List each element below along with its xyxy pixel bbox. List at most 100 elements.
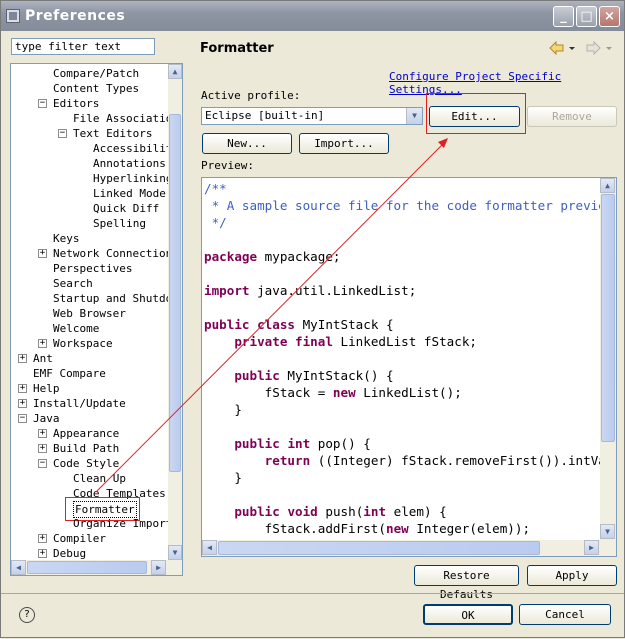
code-preview[interactable]: /** * A sample source file for the code … <box>201 177 617 557</box>
code-token: new <box>332 385 356 400</box>
tree-scroll-right-button[interactable]: ▶ <box>151 560 166 575</box>
code-line: return ((Integer) fStack.removeFirst()).… <box>204 452 600 469</box>
restore-defaults-button[interactable]: Restore Defaults <box>414 565 519 601</box>
preview-scroll-down-button[interactable]: ▼ <box>600 524 615 539</box>
expand-icon[interactable]: + <box>38 339 47 348</box>
tree-item-label: Welcome <box>53 322 100 335</box>
preferences-tree[interactable]: Compare/Patch Content Types − Editors File A… <box>10 63 183 576</box>
filter-input[interactable]: type filter text <box>11 38 155 55</box>
tree-item-label: Hyperlinking <box>93 172 173 185</box>
expand-icon[interactable]: + <box>38 549 47 558</box>
code-token: Integer(elem)); <box>408 521 531 536</box>
tree-scroll-left-button[interactable]: ◀ <box>11 560 26 575</box>
forward-arrow-icon[interactable] <box>584 41 616 55</box>
code-token: push( <box>317 504 364 519</box>
tree-item-label: Perspectives <box>53 262 133 275</box>
code-line: public int pop() { <box>204 435 371 452</box>
maximize-button[interactable]: □ <box>576 6 597 27</box>
tree-item-label: Appearance <box>53 427 120 440</box>
code-token: final <box>295 334 333 349</box>
code-line: import java.util.LinkedList; <box>204 282 416 299</box>
profile-select[interactable]: Eclipse [built-in] ▼ <box>201 107 423 125</box>
preview-hscroll-thumb[interactable] <box>218 541 540 555</box>
apply-button[interactable]: Apply <box>527 565 617 586</box>
code-token: pop() { <box>310 436 371 451</box>
expand-icon[interactable]: + <box>18 354 27 363</box>
expand-icon[interactable]: + <box>38 429 47 438</box>
tree-item-label: Clean Up <box>73 472 126 485</box>
ok-button[interactable]: OK <box>423 604 513 625</box>
import-button[interactable]: Import... <box>299 133 389 154</box>
cancel-button[interactable]: Cancel <box>519 604 611 625</box>
preview-scroll-thumb[interactable] <box>601 194 615 442</box>
code-token: void <box>287 504 318 519</box>
code-line: public void push(int elem) { <box>204 503 446 520</box>
collapse-icon[interactable]: − <box>38 459 47 468</box>
code-token: LinkedList fStack; <box>332 334 477 349</box>
edit-highlight-box <box>426 93 526 134</box>
collapse-icon[interactable]: − <box>58 129 67 138</box>
tree-scroll-up-button[interactable]: ▲ <box>168 64 182 79</box>
code-token: class <box>257 317 296 332</box>
code-token: } <box>204 470 242 485</box>
tree-scroll-thumb[interactable] <box>169 114 181 472</box>
tree-item-label: Build Path <box>53 442 120 455</box>
code-token: MyIntStack { <box>295 317 394 332</box>
preferences-window: Preferences _ □ × type filter text Compa… <box>0 0 625 638</box>
window-title: Preferences <box>25 8 126 24</box>
code-line: * A sample source file for the code form… <box>204 197 600 214</box>
tree-item-label: Install/Update <box>33 397 126 410</box>
active-profile-label: Active profile: <box>201 89 301 102</box>
back-arrow-icon[interactable] <box>548 41 578 55</box>
code-token: public <box>234 436 280 451</box>
minimize-button[interactable]: _ <box>553 6 574 27</box>
code-token: } <box>204 402 242 417</box>
tree-scroll-down-button[interactable]: ▼ <box>168 545 182 560</box>
chevron-down-icon[interactable]: ▼ <box>406 108 422 124</box>
tree-item-label: Linked Mode <box>93 187 166 200</box>
preview-vertical-scrollbar[interactable]: ▲ ▼ <box>600 178 616 540</box>
new-button[interactable]: New... <box>202 133 292 154</box>
preview-scroll-left-button[interactable]: ◀ <box>202 540 217 555</box>
tree-horizontal-scrollbar[interactable]: ◀ ▶ <box>11 560 182 575</box>
expand-icon[interactable]: + <box>38 444 47 453</box>
title-bar[interactable]: Preferences _ □ × <box>1 1 624 31</box>
collapse-icon[interactable]: − <box>18 414 27 423</box>
tree-item-label: Spelling <box>93 217 146 230</box>
code-token: java.util.LinkedList; <box>249 283 417 298</box>
preview-horizontal-scrollbar[interactable]: ◀ ▶ <box>202 540 616 556</box>
code-token: public <box>234 504 280 519</box>
tree-hscroll-thumb[interactable] <box>27 561 147 574</box>
tree-item-label: EMF Compare <box>33 367 106 380</box>
code-line: private final LinkedList fStack; <box>204 333 477 350</box>
expand-icon[interactable]: + <box>38 534 47 543</box>
expand-icon[interactable]: + <box>18 384 27 393</box>
tree-item-label: Text Editors <box>73 127 153 140</box>
expand-icon[interactable]: + <box>38 249 47 258</box>
code-token: * A sample source file for the code form… <box>204 198 600 213</box>
code-token: public <box>204 317 250 332</box>
tree-vertical-scrollbar[interactable]: ▲ ▼ <box>168 64 182 560</box>
preview-scroll-up-button[interactable]: ▲ <box>600 178 615 193</box>
tree-item-label: Accessibility <box>93 142 180 155</box>
footer-divider <box>1 593 624 594</box>
remove-button[interactable]: Remove <box>527 106 617 127</box>
code-token: mypackage; <box>257 249 341 264</box>
tree-item-label: Help <box>33 382 60 395</box>
tree-item-label: Java <box>33 412 60 425</box>
tree-item-label: Keys <box>53 232 80 245</box>
tree-item-label: Debug <box>53 547 87 560</box>
collapse-icon[interactable]: − <box>38 99 47 108</box>
expand-icon[interactable]: + <box>18 399 27 408</box>
preview-scroll-right-button[interactable]: ▶ <box>584 540 599 555</box>
tree-item-label: Web Browser <box>53 307 126 320</box>
code-token: fStack.addFirst( <box>204 521 386 536</box>
restore-defaults-label: Restore Defaults <box>440 569 493 601</box>
close-button[interactable]: × <box>599 6 620 27</box>
code-line: } <box>204 469 242 486</box>
help-icon[interactable]: ? <box>19 607 35 623</box>
tree-item-label: Annotations <box>93 157 166 170</box>
